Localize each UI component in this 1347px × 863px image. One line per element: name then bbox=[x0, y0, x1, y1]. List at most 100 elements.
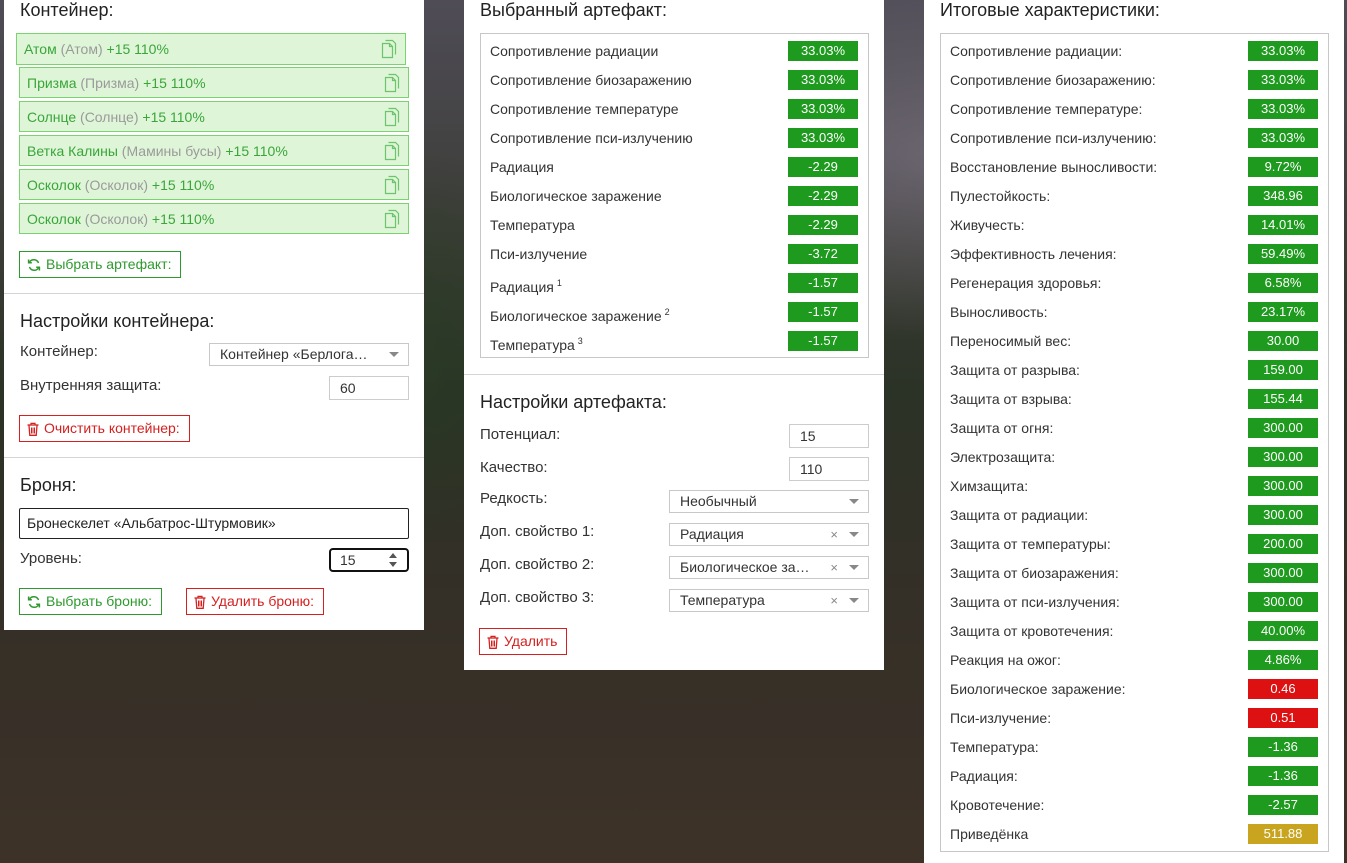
inner-protection-input[interactable]: 60 bbox=[329, 376, 409, 400]
extra1-value: Радиация bbox=[680, 526, 744, 542]
copy-icon[interactable] bbox=[384, 141, 400, 161]
level-value: 15 bbox=[340, 552, 356, 568]
stat-value: 9.72% bbox=[1248, 157, 1318, 177]
stat-value: 33.03% bbox=[1248, 128, 1318, 148]
stepper-down-icon[interactable] bbox=[389, 562, 397, 567]
chevron-down-icon bbox=[849, 565, 859, 570]
extra2-select[interactable]: Биологическое за… × bbox=[669, 556, 869, 579]
container-panel: Контейнер: Атом (Атом) +15 110% Призма (П… bbox=[4, 0, 424, 630]
stat-value: 14.01% bbox=[1248, 215, 1318, 235]
stat-value: 300.00 bbox=[1248, 505, 1318, 525]
clear-icon[interactable]: × bbox=[830, 590, 838, 611]
stat-label: Кровотечение: bbox=[950, 797, 1045, 813]
stepper-up-icon[interactable] bbox=[389, 553, 397, 558]
copy-icon[interactable] bbox=[384, 107, 400, 127]
delete-artifact-button[interactable]: Удалить bbox=[479, 628, 568, 655]
delete-artifact-label: Удалить bbox=[504, 633, 558, 649]
stat-row: Температура: -1.36 bbox=[941, 733, 1328, 762]
container-title: Контейнер: bbox=[20, 0, 114, 20]
potential-input[interactable]: 15 bbox=[789, 424, 869, 448]
armor-field[interactable]: Бронескелет «Альбатрос-Штурмовик» bbox=[19, 508, 409, 539]
stat-label: Пулестойкость: bbox=[950, 188, 1051, 204]
rarity-value: Необычный bbox=[680, 493, 757, 509]
stat-row: Сопротивление температуре: 33.03% bbox=[941, 95, 1328, 124]
stat-row: Химзащита: 300.00 bbox=[941, 472, 1328, 501]
artifact-sub: (Солнце) bbox=[80, 109, 139, 125]
copy-icon[interactable] bbox=[384, 73, 400, 93]
stat-label: Переносимый вес: bbox=[950, 333, 1072, 349]
clear-icon[interactable]: × bbox=[830, 557, 838, 578]
artifact-item[interactable]: Атом (Атом) +15 110% bbox=[16, 33, 406, 65]
select-artifact-button[interactable]: Выбрать артефакт: bbox=[19, 251, 182, 278]
stat-row: Радиация: -1.36 bbox=[941, 762, 1328, 791]
stat-label: Защита от кровотечения: bbox=[950, 623, 1114, 639]
stat-label: Эффективность лечения: bbox=[950, 246, 1117, 262]
stat-label: Сопротивление радиации: bbox=[950, 43, 1123, 59]
stat-value: 511.88 bbox=[1248, 824, 1318, 844]
artifact-bonus: +15 110% bbox=[106, 41, 169, 57]
extra1-select[interactable]: Радиация × bbox=[669, 523, 869, 546]
artifact-item[interactable]: Призма (Призма) +15 110% bbox=[19, 67, 409, 98]
stat-label: Сопротивление температуре: bbox=[950, 101, 1143, 117]
stat-label: Радиация bbox=[490, 279, 554, 295]
stat-label: Выносливость: bbox=[950, 304, 1048, 320]
delete-armor-button[interactable]: Удалить броню: bbox=[186, 588, 325, 615]
stat-label: Реакция на ожог: bbox=[950, 652, 1061, 668]
artifact-sub: (Мамины бусы) bbox=[121, 143, 222, 159]
stat-value: 33.03% bbox=[788, 128, 858, 148]
stat-label: Защита от биозаражения: bbox=[950, 565, 1119, 581]
artifact-item[interactable]: Солнце (Солнце) +15 110% bbox=[19, 101, 409, 132]
select-armor-button[interactable]: Выбрать броню: bbox=[19, 588, 162, 615]
artifact-item[interactable]: Осколок (Осколок) +15 110% bbox=[19, 203, 409, 234]
stat-value: 23.17% bbox=[1248, 302, 1318, 322]
select-armor-label: Выбрать броню: bbox=[46, 593, 152, 609]
stat-value: 348.96 bbox=[1248, 186, 1318, 206]
artifact-item[interactable]: Ветка Калины (Мамины бусы) +15 110% bbox=[19, 135, 409, 166]
container-label: Контейнер: bbox=[20, 343, 98, 360]
stat-row: Восстановление выносливости: 9.72% bbox=[941, 153, 1328, 182]
stat-value: -1.57 bbox=[788, 331, 858, 351]
stat-label: Биологическое заражение bbox=[490, 188, 662, 204]
trash-icon bbox=[487, 635, 499, 649]
stat-row: Приведёнка 511.88 bbox=[941, 820, 1328, 849]
quality-input[interactable]: 110 bbox=[789, 457, 869, 481]
stat-label: Химзащита: bbox=[950, 478, 1029, 494]
stat-row: Защита от кровотечения: 40.00% bbox=[941, 617, 1328, 646]
stat-value: -2.29 bbox=[788, 157, 858, 177]
stat-value: 155.44 bbox=[1248, 389, 1318, 409]
quality-label: Качество: bbox=[480, 459, 548, 476]
stat-label: Сопротивление биозаражению: bbox=[950, 72, 1156, 88]
artifact-bonus: +15 110% bbox=[225, 143, 288, 159]
rarity-select[interactable]: Необычный bbox=[669, 490, 869, 513]
clear-container-label: Очистить контейнер: bbox=[44, 420, 180, 436]
copy-icon[interactable] bbox=[384, 209, 400, 229]
clear-icon[interactable]: × bbox=[830, 524, 838, 545]
stat-label: Регенерация здоровья: bbox=[950, 275, 1102, 291]
container-select[interactable]: Контейнер «Берлога… bbox=[209, 343, 409, 366]
stat-label: Защита от разрыва: bbox=[950, 362, 1080, 378]
stat-row: Пси-излучение: 0.51 bbox=[941, 704, 1328, 733]
clear-container-button[interactable]: Очистить контейнер: bbox=[19, 415, 190, 442]
level-stepper[interactable]: 15 bbox=[329, 548, 409, 572]
copy-icon[interactable] bbox=[384, 175, 400, 195]
artifact-settings-title: Настройки артефакта: bbox=[480, 392, 667, 412]
extra3-select[interactable]: Температура × bbox=[669, 589, 869, 612]
copy-icon[interactable] bbox=[381, 39, 397, 59]
stat-label: Сопротивление пси-излучению: bbox=[950, 130, 1157, 146]
refresh-icon bbox=[27, 595, 41, 609]
stat-row: Сопротивление радиации 33.03% bbox=[481, 37, 868, 66]
stat-value: 33.03% bbox=[1248, 41, 1318, 61]
divider bbox=[4, 293, 424, 294]
stat-row: Температура 3 -1.57 bbox=[481, 327, 868, 356]
stat-value: 0.46 bbox=[1248, 679, 1318, 699]
stat-row: Реакция на ожог: 4.86% bbox=[941, 646, 1328, 675]
artifact-item[interactable]: Осколок (Осколок) +15 110% bbox=[19, 169, 409, 200]
container-settings-title: Настройки контейнера: bbox=[20, 311, 215, 331]
stat-label: Пси-излучение bbox=[490, 246, 588, 262]
stat-value: 4.86% bbox=[1248, 650, 1318, 670]
stat-row: Переносимый вес: 30.00 bbox=[941, 327, 1328, 356]
artifact-panel: Выбранный артефакт: Сопротивление радиац… bbox=[464, 0, 884, 670]
stat-label: Температура: bbox=[950, 739, 1039, 755]
stat-label: Защита от огня: bbox=[950, 420, 1054, 436]
stat-label: Защита от радиации: bbox=[950, 507, 1089, 523]
